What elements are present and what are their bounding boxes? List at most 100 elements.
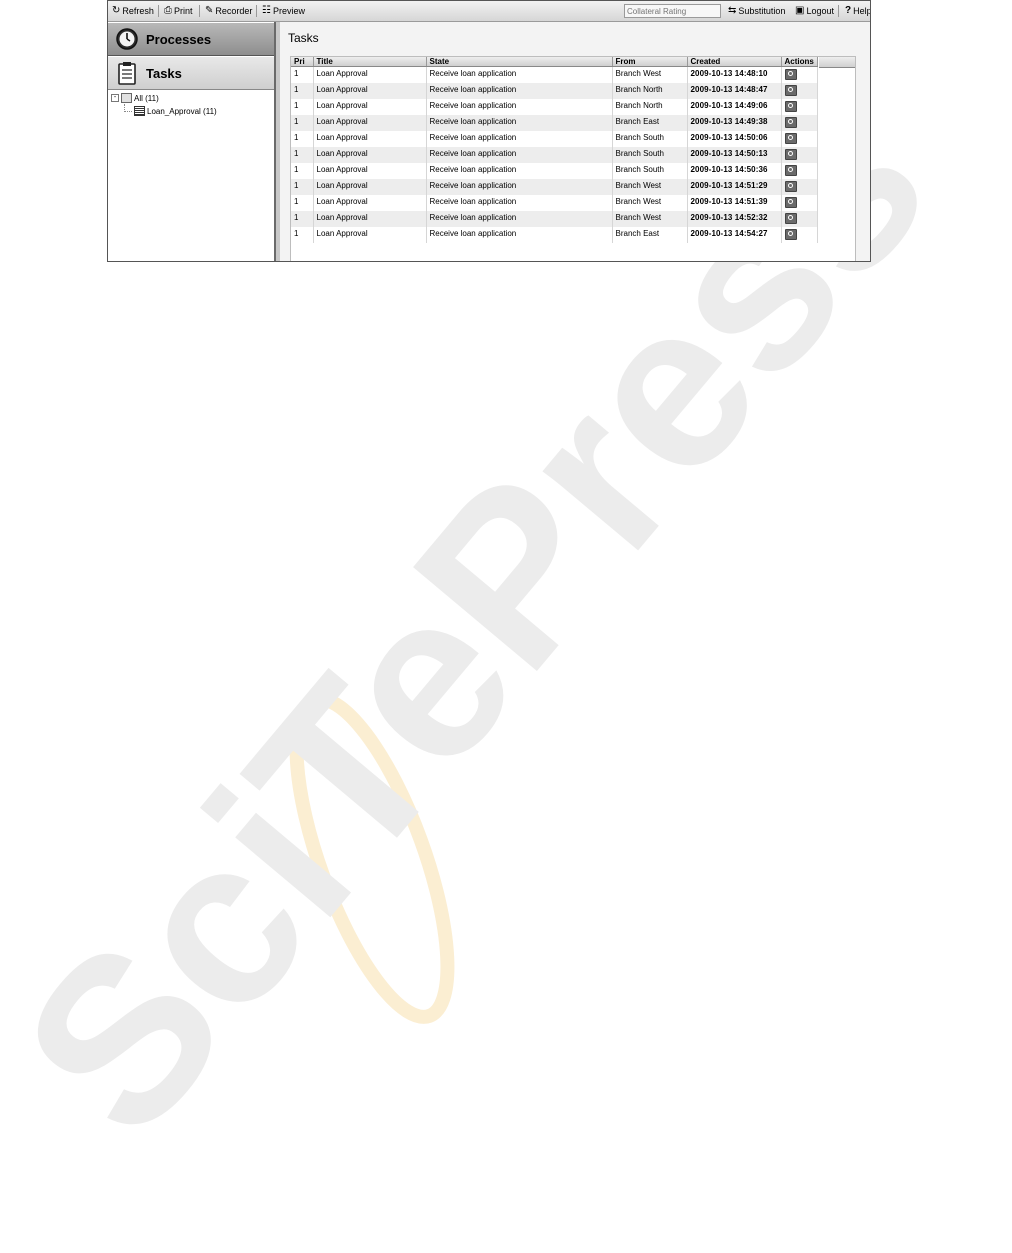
table-row[interactable]: 1 Loan Approval Receive loan application… (291, 146, 818, 163)
cell-title: Loan Approval (313, 66, 427, 83)
toolbar: ↻ Refresh ⎙ Print ✎ Recorder ☷ Preview ⇆… (108, 1, 870, 22)
cell-title: Loan Approval (313, 226, 427, 243)
cell-pri: 1 (291, 210, 314, 227)
tree-item-all[interactable]: - All (11) (111, 93, 159, 103)
help-label: Help (853, 6, 871, 16)
table-row[interactable]: 1 Loan Approval Receive loan application… (291, 210, 818, 227)
refresh-button[interactable]: ↻ Refresh (112, 5, 154, 17)
cell-from: Branch West (612, 210, 688, 227)
cell-state: Receive loan application (426, 114, 613, 131)
cell-actions (781, 82, 818, 99)
column-header-created[interactable]: Created (687, 57, 782, 67)
nav-tasks[interactable]: Tasks (108, 57, 274, 90)
magnifier-icon[interactable] (784, 116, 797, 128)
recorder-button[interactable]: ✎ Recorder (205, 6, 252, 17)
magnifier-icon[interactable] (784, 164, 797, 176)
cell-actions (781, 226, 818, 243)
cell-from: Branch East (612, 226, 688, 243)
magnifier-icon[interactable] (784, 100, 797, 112)
logout-label: Logout (806, 6, 834, 16)
help-button[interactable]: ? Help (845, 5, 871, 17)
column-header-actions[interactable]: Actions (781, 57, 818, 67)
cell-state: Receive loan application (426, 210, 613, 227)
watermark-ring (289, 692, 455, 1024)
cell-actions (781, 146, 818, 163)
column-header-title[interactable]: Title (313, 57, 427, 67)
cell-state: Receive loan application (426, 98, 613, 115)
magnifier-icon[interactable] (784, 148, 797, 160)
cell-pri: 1 (291, 226, 314, 243)
cell-title: Loan Approval (313, 162, 427, 179)
cell-from: Branch East (612, 114, 688, 131)
cell-state: Receive loan application (426, 82, 613, 99)
folder-icon (121, 93, 132, 103)
cell-actions (781, 178, 818, 195)
cell-actions (781, 162, 818, 179)
table-row[interactable]: 1 Loan Approval Receive loan application… (291, 66, 818, 83)
magnifier-icon[interactable] (784, 228, 797, 240)
column-header-from[interactable]: From (612, 57, 688, 67)
cell-title: Loan Approval (313, 130, 427, 147)
substitution-icon: ⇆ (728, 5, 737, 16)
cell-state: Receive loan application (426, 130, 613, 147)
column-header-pri[interactable]: Pri (291, 57, 314, 67)
toolbar-separator (199, 5, 200, 17)
search-input[interactable] (624, 4, 721, 18)
cell-title: Loan Approval (313, 210, 427, 227)
table-row[interactable]: 1 Loan Approval Receive loan application… (291, 162, 818, 179)
cell-from: Branch West (612, 66, 688, 83)
nav-processes[interactable]: Processes (108, 23, 274, 56)
cell-from: Branch North (612, 98, 688, 115)
tree-item-loan-approval-label: Loan_Approval (11) (147, 106, 217, 116)
help-icon: ? (845, 5, 852, 16)
cell-created: 2009-10-13 14:52:32 (687, 210, 782, 227)
cell-title: Loan Approval (313, 98, 427, 115)
print-button[interactable]: ⎙ Print (164, 6, 193, 17)
table-row[interactable]: 1 Loan Approval Receive loan application… (291, 194, 818, 211)
cell-title: Loan Approval (313, 146, 427, 163)
task-table: Pri Title State From Created Actions 1 L… (291, 57, 818, 243)
preview-label: Preview (272, 6, 305, 16)
cell-title: Loan Approval (313, 114, 427, 131)
substitution-button[interactable]: ⇆ Substitution (728, 5, 785, 17)
tree-item-loan-approval[interactable]: Loan_Approval (11) (124, 104, 217, 116)
refresh-icon: ↻ (112, 5, 121, 16)
table-row[interactable]: 1 Loan Approval Receive loan application… (291, 82, 818, 99)
table-row[interactable]: 1 Loan Approval Receive loan application… (291, 178, 818, 195)
magnifier-icon[interactable] (784, 132, 797, 144)
cell-from: Branch West (612, 178, 688, 195)
column-header-state[interactable]: State (426, 57, 613, 67)
cell-state: Receive loan application (426, 162, 613, 179)
cell-actions (781, 98, 818, 115)
cell-created: 2009-10-13 14:51:39 (687, 194, 782, 211)
cell-pri: 1 (291, 98, 314, 115)
cell-from: Branch South (612, 146, 688, 163)
magnifier-icon[interactable] (784, 212, 797, 224)
tree-item-all-label: All (11) (134, 93, 159, 103)
header-filler (819, 57, 855, 68)
table-row[interactable]: 1 Loan Approval Receive loan application… (291, 226, 818, 243)
toolbar-separator (838, 5, 839, 17)
cell-created: 2009-10-13 14:50:06 (687, 130, 782, 147)
cell-state: Receive loan application (426, 194, 613, 211)
cell-from: Branch South (612, 130, 688, 147)
table-row[interactable]: 1 Loan Approval Receive loan application… (291, 114, 818, 131)
toolbar-separator (256, 5, 257, 17)
table-row[interactable]: 1 Loan Approval Receive loan application… (291, 98, 818, 115)
nav-tasks-label: Tasks (146, 65, 182, 81)
logout-button[interactable]: ▣ Logout (795, 6, 834, 17)
collapse-icon: - (111, 94, 119, 102)
task-table-container: Pri Title State From Created Actions 1 L… (290, 56, 856, 261)
magnifier-icon[interactable] (784, 196, 797, 208)
cell-title: Loan Approval (313, 194, 427, 211)
cell-title: Loan Approval (313, 178, 427, 195)
magnifier-icon[interactable] (784, 180, 797, 192)
cell-state: Receive loan application (426, 66, 613, 83)
nav-processes-label: Processes (146, 31, 212, 47)
magnifier-icon[interactable] (784, 69, 797, 80)
table-row[interactable]: 1 Loan Approval Receive loan application… (291, 130, 818, 147)
cell-actions (781, 210, 818, 227)
cell-created: 2009-10-13 14:50:13 (687, 146, 782, 163)
magnifier-icon[interactable] (784, 84, 797, 96)
preview-button[interactable]: ☷ Preview (262, 6, 305, 17)
